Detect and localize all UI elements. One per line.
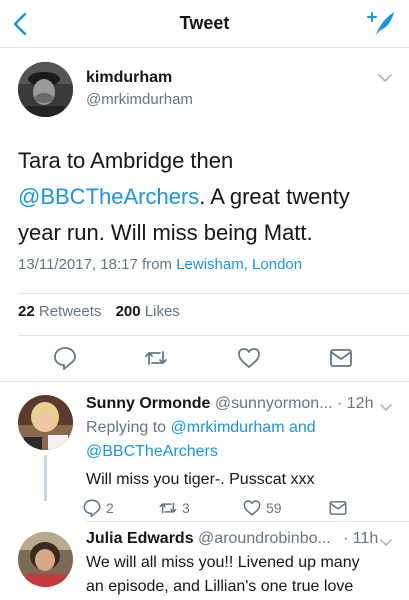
mention-link[interactable]: @BBCTheArchers [86,443,218,460]
likes-count: 200 [115,303,141,320]
tweet-text-line: year run. Will miss being Matt. [18,220,313,245]
reply-time: · 12h [337,395,374,412]
reply-like-button[interactable]: 59 [242,497,282,519]
mention-link[interactable]: @mrkimdurham [171,419,285,436]
reply-menu-button[interactable] [379,535,393,546]
avatar-photo [18,395,73,450]
replying-to: Replying to @mrkimdurham and [86,416,396,440]
reply-menu-button[interactable] [379,400,393,411]
section-divider [0,381,409,391]
reply-count: 2 [106,500,114,516]
reply-icon [54,347,76,370]
reply-body: We will all miss you!! Livened up many a… [86,551,396,599]
thread-line [44,455,47,501]
reply-share-button[interactable] [328,497,352,519]
reply-time: · 11h [343,530,379,547]
avatar-photo [18,62,73,117]
compose-tweet-icon [367,12,394,35]
reply-author[interactable]: Julia Edwards @aroundrobinbo... [86,530,331,548]
divider [18,293,409,294]
replying-to-label: Replying to [86,419,167,436]
tweet-text-line: Tara to Ambridge then [18,148,234,173]
replying-and: and [288,419,316,436]
navbar: Tweet [0,0,409,48]
reply-icon [83,499,101,518]
reply-author-name: Julia Edwards [86,530,194,547]
location-link[interactable]: Lewisham, London [176,256,302,273]
compose-tweet-button[interactable] [365,8,397,40]
divider [18,335,409,336]
retweet-button[interactable] [143,345,169,371]
like-count: 59 [266,500,282,516]
tweet-text-line: @BBCTheArchers. A great twenty [18,179,398,215]
replying-to-line: @BBCTheArchers [86,440,396,464]
reply-body: Replying to @mrkimdurham and @BBCTheArch… [86,416,396,492]
author-handle[interactable]: @mrkimdurham [86,91,193,108]
tweet-timestamp: 13/11/2017, 18:17 [18,256,138,273]
reply-text-line: We will all miss you!! Livened up many [86,554,360,571]
reply-text: Will miss you tiger-. Pusscat xxx [86,471,315,488]
tweet-text-fragment: . A great twenty [199,184,350,209]
likes-label: Likes [144,303,180,320]
reply-retweet-button[interactable]: 3 [158,497,190,519]
reply-text-line: an episode, and Lillian's one true love [86,578,354,595]
reply-button[interactable] [52,345,78,371]
retweets-stat[interactable]: 22 Retweets [18,303,101,320]
reply-actions: 2 3 59 [82,497,382,519]
engagement-counts: 22 Retweets 200 Likes [18,303,180,320]
retweet-icon [145,351,167,365]
heart-icon [243,500,261,516]
tweet-text: Tara to Ambridge then @BBCTheArchers. A … [18,143,398,251]
retweets-count: 22 [18,303,35,320]
reply-author[interactable]: Sunny Ormonde @sunnyormon... [86,395,333,413]
from-label: from [142,256,173,273]
divider [86,521,409,522]
retweets-label: Retweets [38,303,102,320]
author-name[interactable]: kimdurham [86,69,172,87]
likes-stat[interactable]: 200 Likes [116,303,180,320]
retweet-count: 3 [182,500,190,516]
chevron-down-icon [380,539,392,546]
share-icon [330,349,352,367]
page-title: Tweet [179,13,230,33]
avatar[interactable] [18,62,73,117]
mention-link[interactable]: @BBCTheArchers [18,184,199,209]
avatar[interactable] [18,532,73,587]
tweet-meta: 13/11/2017, 18:17 from Lewisham, London [18,256,302,273]
reply-author-handle: @sunnyormon... [214,395,333,412]
reply-author-handle: @aroundrobinbo... [198,530,331,547]
chevron-down-icon [378,74,392,82]
reply-author-name: Sunny Ormonde [86,395,211,412]
share-icon [329,501,347,515]
retweet-icon [159,502,177,514]
tweet-actions [0,345,409,375]
avatar[interactable] [18,395,73,450]
like-button[interactable] [236,345,262,371]
share-button[interactable] [328,345,354,371]
heart-icon [238,348,260,368]
chevron-down-icon [380,404,392,411]
tweet-menu-button[interactable] [377,71,393,83]
reply-reply-button[interactable]: 2 [82,497,114,519]
avatar-photo [18,532,73,587]
